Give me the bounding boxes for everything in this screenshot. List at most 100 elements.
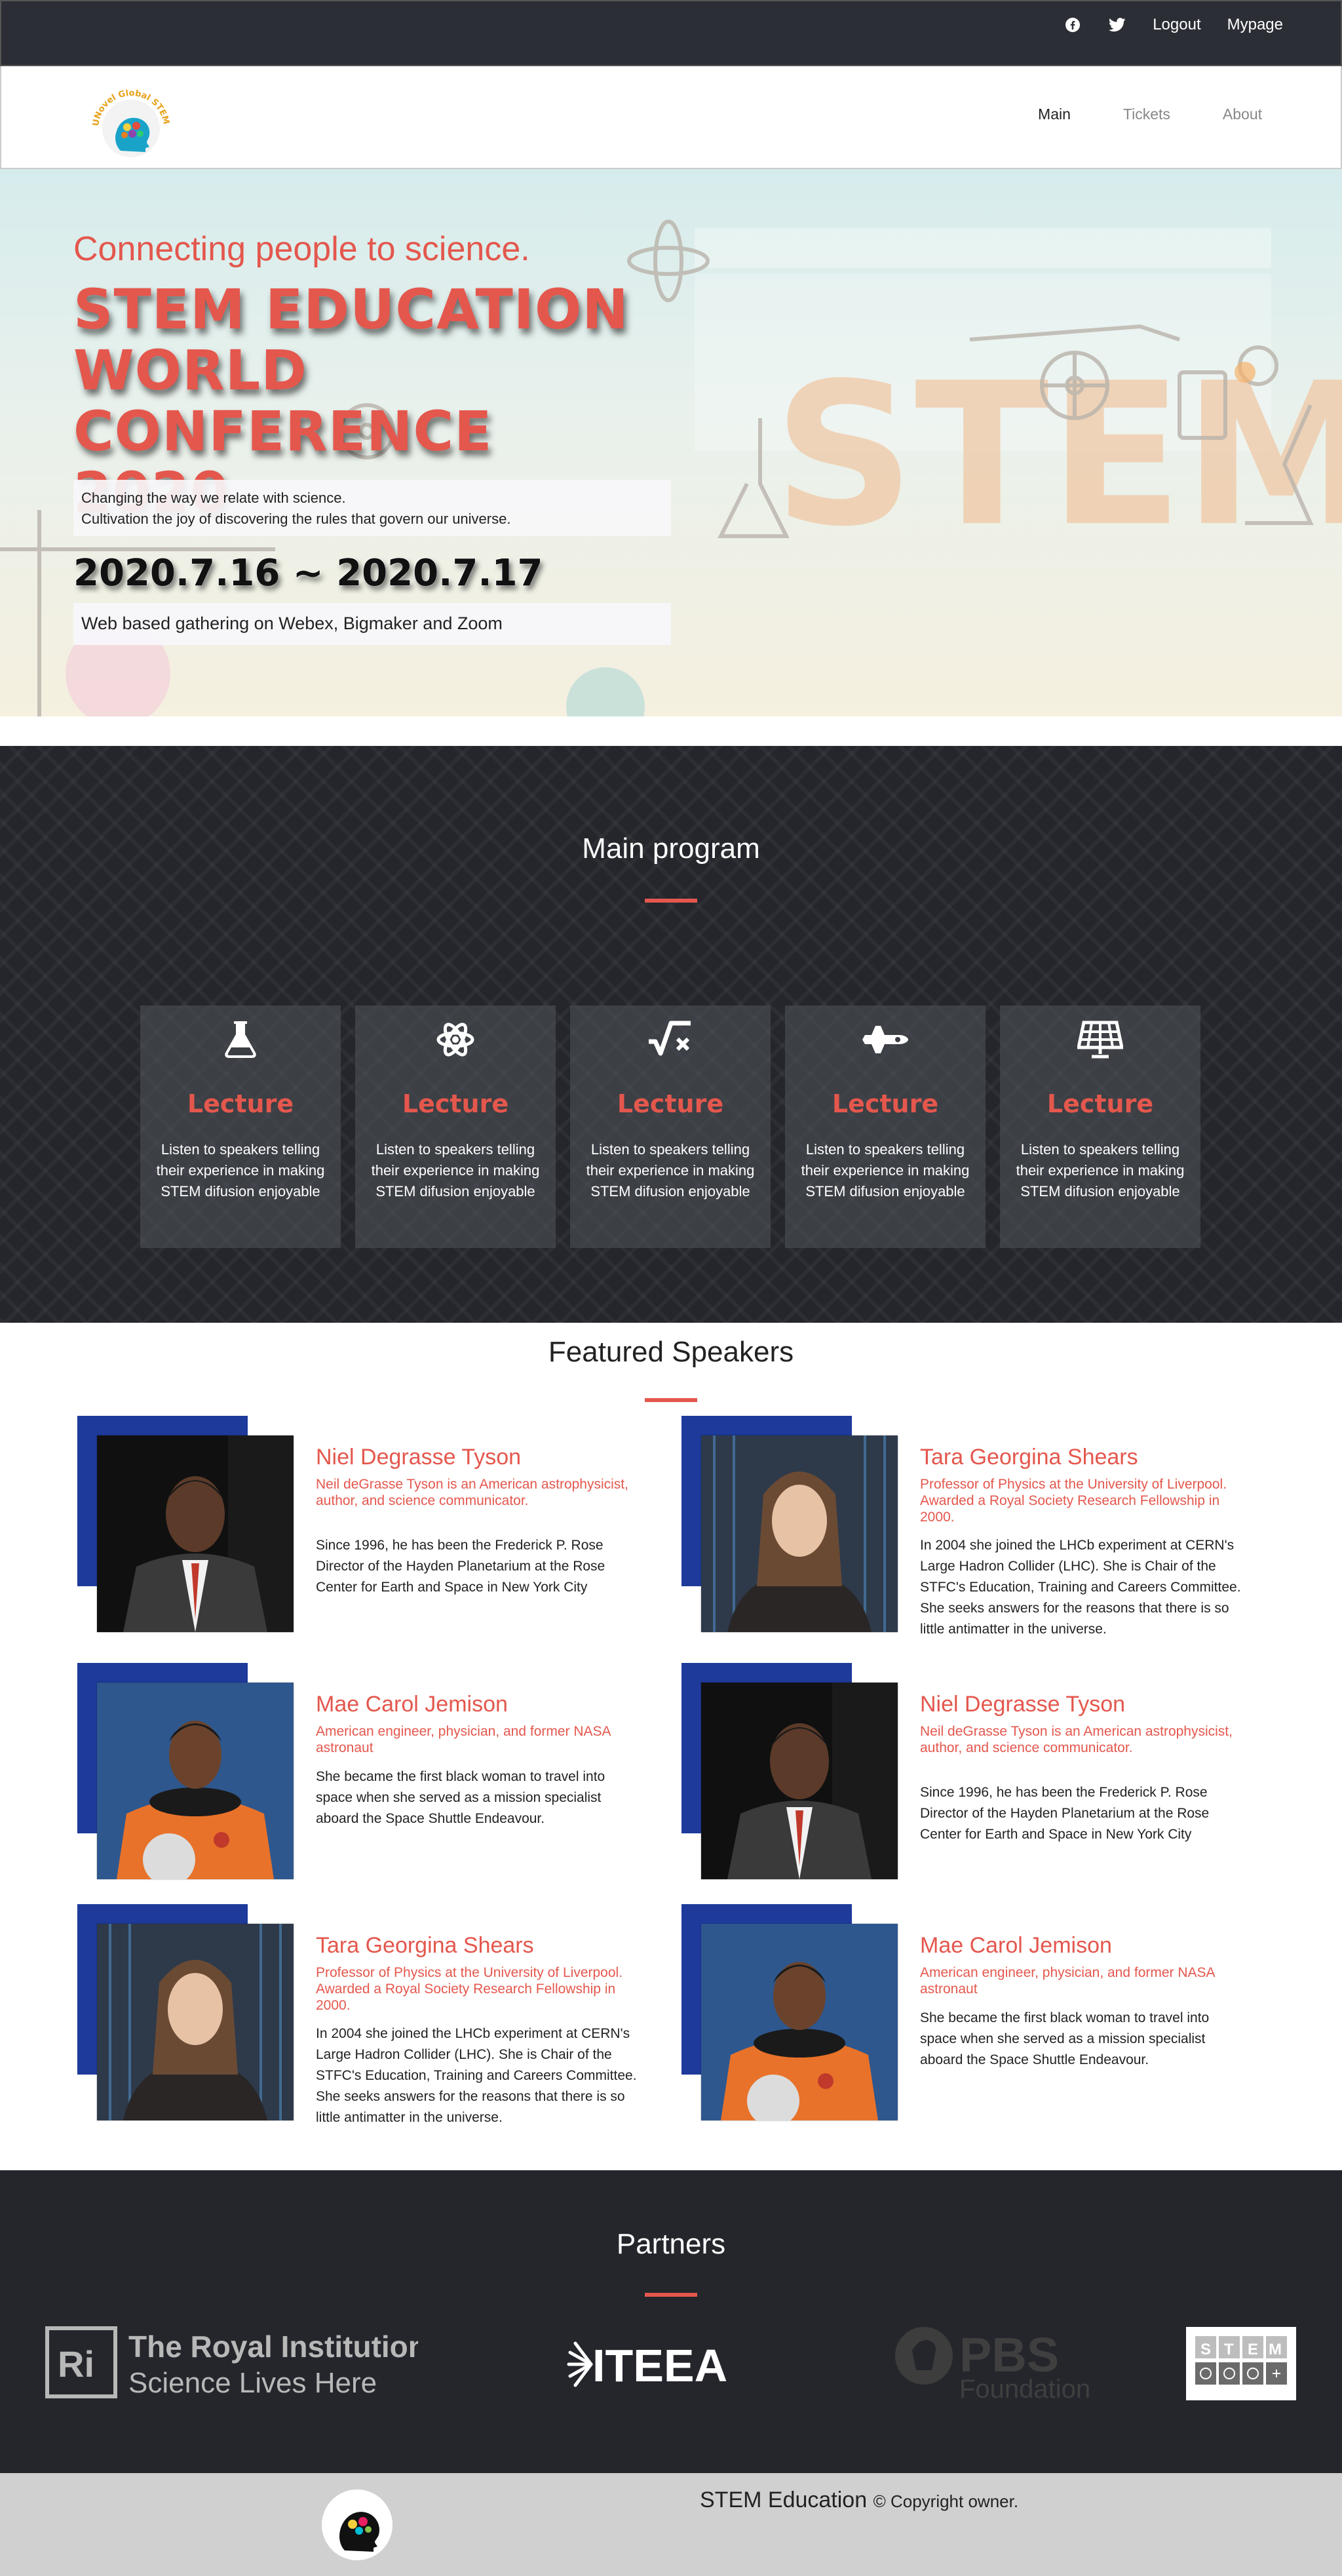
speaker-bio: Since 1996, he has been the Frederick P.… — [920, 1785, 1210, 1842]
hero-description-line-2: Cultivation the joy of discovering the r… — [81, 511, 511, 527]
speaker-card[interactable]: Niel Degrasse Tyson Neil deGrasse Tyson … — [77, 1416, 654, 1639]
speaker-role: American engineer, physician, and former… — [920, 1965, 1215, 1997]
card-text: Listen to speakers telling their experie… — [1016, 1141, 1185, 1200]
pbs-wordmark: PBS — [959, 2328, 1059, 2382]
speaker-card[interactable]: Mae Carol Jemison American engineer, phy… — [681, 1904, 1258, 2127]
stem-letter-t: T — [1224, 2341, 1234, 2358]
partners-title: Partners — [616, 2228, 726, 2260]
speaker-bio: She became the first black woman to trav… — [316, 1769, 605, 1826]
royal-institution-mark: Ri — [58, 2343, 94, 2385]
speaker-name: Tara Georgina Shears — [920, 1445, 1138, 1470]
speaker-photo — [97, 1683, 294, 1879]
featured-speakers-title: Featured Speakers — [548, 1336, 794, 1368]
title-underline — [645, 2293, 697, 2297]
speaker-role: Neil deGrasse Tyson is an American astro… — [316, 1477, 628, 1508]
partners-section: Partners Ri The Royal Institution Scienc… — [0, 2170, 1342, 2473]
speaker-card[interactable]: Mae Carol Jemison American engineer, phy… — [77, 1663, 654, 1886]
pbs-foundation-text: Foundation — [959, 2375, 1090, 2403]
solar-panel-icon — [1000, 1019, 1200, 1061]
footer: STEM Education © Copyright owner. — [0, 2473, 1342, 2576]
speaker-role: Professor of Physics at the University o… — [920, 1477, 1227, 1525]
atom-icon — [355, 1019, 556, 1061]
main-nav: Main Tickets About — [0, 66, 1342, 169]
card-text: Listen to speakers telling their experie… — [156, 1141, 325, 1200]
speaker-photo — [701, 1683, 898, 1879]
hero-title-line-1: STEM EDUCATION — [73, 277, 629, 342]
square-root-icon — [570, 1019, 771, 1061]
speaker-card[interactable]: Tara Georgina Shears Professor of Physic… — [681, 1416, 1258, 1639]
card-title: Lecture — [402, 1089, 509, 1118]
card-title: Lecture — [832, 1089, 939, 1118]
hero-description-line-1: Changing the way we relate with science. — [81, 490, 346, 506]
footer-brand: STEM Education — [700, 2488, 868, 2512]
speaker-bio: In 2004 she joined the LHCb experiment a… — [920, 1538, 1241, 1637]
mypage-link[interactable]: Mypage — [1227, 16, 1283, 34]
royal-institution-logo[interactable]: Ri The Royal Institution Science Lives H… — [45, 2326, 427, 2405]
card-title: Lecture — [187, 1089, 294, 1118]
speaker-role: Professor of Physics at the University o… — [316, 1965, 623, 2013]
speaker-bio: In 2004 she joined the LHCb experiment a… — [316, 2026, 637, 2125]
main-program-title: Main program — [582, 832, 760, 865]
hero-banner: STEM Connecting people to science. STEM … — [0, 169, 1342, 716]
event-dates: 2020.7.16 ~ 2020.7.17 — [73, 551, 544, 595]
footer-copyright: © Copyright owner. — [873, 2491, 1019, 2511]
nav-item-main[interactable]: Main — [1038, 106, 1071, 123]
hero-title-line-2: WORLD CONFERENCE — [73, 338, 493, 463]
program-card[interactable]: Lecture Listen to speakers telling their… — [785, 1005, 986, 1248]
card-text: Listen to speakers telling their experie… — [586, 1141, 755, 1200]
facebook-icon[interactable] — [1064, 16, 1082, 34]
speaker-photo — [97, 1435, 294, 1632]
speaker-photo — [701, 1435, 898, 1632]
hero-stem-watermark: STEM — [773, 341, 1342, 570]
nav-menu: Main Tickets About — [1038, 106, 1262, 123]
footer-text: STEM Education © Copyright owner. — [700, 2488, 1018, 2513]
card-text: Listen to speakers telling their experie… — [801, 1141, 970, 1200]
hero-description: Changing the way we relate with science.… — [73, 480, 671, 536]
logout-link[interactable]: Logout — [1153, 16, 1200, 34]
speaker-name: Tara Georgina Shears — [316, 1933, 534, 1958]
royal-institution-slogan: Science Lives Here — [128, 2367, 377, 2399]
event-venue: Web based gathering on Webex, Bigmaker a… — [73, 603, 671, 645]
program-cards: Lecture Listen to speakers telling their… — [140, 1005, 1200, 1248]
top-bar: Logout Mypage — [0, 0, 1342, 66]
stem-letter-m: M — [1269, 2341, 1282, 2358]
card-text: Listen to speakers telling their experie… — [371, 1141, 540, 1200]
program-card[interactable]: Lecture Listen to speakers telling their… — [140, 1005, 341, 1248]
twitter-icon[interactable] — [1108, 16, 1126, 34]
flask-icon — [140, 1019, 341, 1061]
nav-item-about[interactable]: About — [1223, 106, 1262, 123]
speaker-photo — [701, 1924, 898, 2120]
iteea-logo[interactable]: ITEEA — [566, 2335, 743, 2396]
stem-letter-e: E — [1248, 2341, 1258, 2358]
speaker-role: Neil deGrasse Tyson is an American astro… — [920, 1724, 1233, 1755]
royal-institution-name: The Royal Institution — [128, 2330, 418, 2364]
speaker-name: Niel Degrasse Tyson — [920, 1692, 1126, 1717]
speaker-name: Niel Degrasse Tyson — [316, 1445, 522, 1470]
speaker-photo — [97, 1924, 294, 2120]
card-title: Lecture — [617, 1089, 724, 1118]
site-logo[interactable]: UNovel Global STEM Education — [81, 81, 178, 161]
main-program-section: Main program Lecture Listen to speakers … — [0, 746, 1342, 1323]
iteea-wordmark: ITEEA — [592, 2340, 727, 2391]
speaker-bio: Since 1996, he has been the Frederick P.… — [316, 1538, 605, 1595]
speaker-name: Mae Carol Jemison — [316, 1692, 508, 1717]
nav-item-tickets[interactable]: Tickets — [1123, 106, 1170, 123]
speaker-name: Mae Carol Jemison — [920, 1933, 1112, 1958]
top-links: Logout Mypage — [1064, 16, 1283, 34]
pbs-foundation-logo[interactable]: PBS Foundation — [894, 2324, 1103, 2406]
title-underline — [645, 1398, 697, 1402]
speaker-role: American engineer, physician, and former… — [316, 1724, 611, 1755]
speaker-card[interactable]: Tara Georgina Shears Professor of Physic… — [77, 1904, 654, 2127]
speaker-card[interactable]: Niel Degrasse Tyson Neil deGrasse Tyson … — [681, 1663, 1258, 1886]
program-card[interactable]: Lecture Listen to speakers telling their… — [1000, 1005, 1200, 1248]
hero-tagline: Connecting people to science. — [73, 230, 530, 268]
speaker-bio: She became the first black woman to trav… — [920, 2010, 1210, 2067]
footer-logo[interactable] — [320, 2488, 394, 2562]
space-shuttle-icon — [785, 1019, 986, 1061]
stem-letter-s: S — [1200, 2341, 1211, 2358]
program-card[interactable]: Lecture Listen to speakers telling their… — [570, 1005, 771, 1248]
card-title: Lecture — [1046, 1089, 1154, 1118]
program-card[interactable]: Lecture Listen to speakers telling their… — [355, 1005, 556, 1248]
stem-partner-logo[interactable]: S T E M — [1186, 2327, 1296, 2404]
title-underline — [645, 899, 697, 903]
